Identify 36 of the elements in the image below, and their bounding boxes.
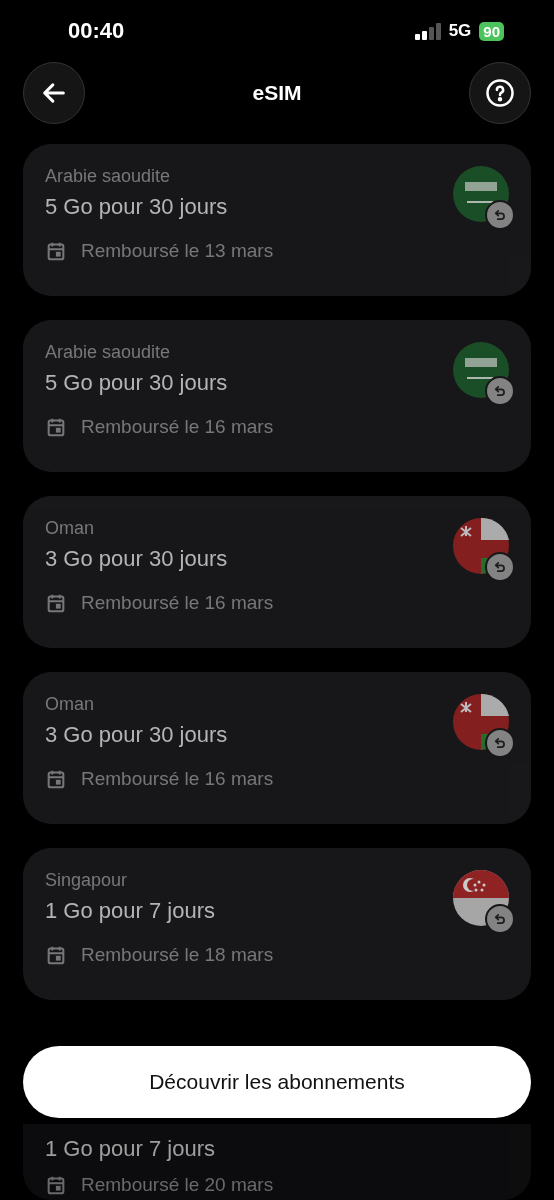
country-name: Arabie saoudite: [45, 166, 171, 188]
country-name: Oman: [45, 518, 95, 540]
plan-title: 5 Go pour 30 jours: [45, 370, 228, 396]
esim-card[interactable]: Singapour 1 Go pour 7 jours Remboursé le 18 mars: [23, 848, 531, 1000]
plan-title: 3 Go pour 30 jours: [45, 546, 228, 572]
refund-date: Remboursé le 16 mars: [81, 416, 274, 438]
plan-title: 1 Go pour 7 jours: [45, 898, 215, 924]
refund-date: Remboursé le 13 mars: [81, 240, 274, 262]
calendar-icon: [45, 1174, 67, 1196]
plan-title: 1 Go pour 7 jours: [45, 1136, 215, 1162]
refund-date: Remboursé le 16 mars: [81, 592, 274, 614]
discover-subscriptions-button[interactable]: Découvrir les abonnements: [23, 1046, 531, 1118]
esim-card[interactable]: Oman 3 Go pour 30 jours Remboursé le 16 mars: [23, 672, 531, 824]
signal-icon: [414, 22, 441, 40]
refund-date: Remboursé le 18 mars: [81, 944, 274, 966]
calendar-icon: [45, 240, 67, 262]
help-icon: [485, 78, 515, 108]
esim-card[interactable]: Arabie saoudite 5 Go pour 30 jours Remboursé le 16 mars: [23, 320, 531, 472]
status-time: 00:40: [68, 18, 125, 44]
plan-title: 5 Go pour 30 jours: [45, 194, 228, 220]
esim-card[interactable]: Oman 3 Go pour 30 jours Remboursé le 16 mars: [23, 496, 531, 648]
network-label: 5G: [448, 21, 472, 41]
refund-date: Remboursé le 16 mars: [81, 768, 274, 790]
calendar-icon: [45, 592, 67, 614]
calendar-icon: [45, 944, 67, 966]
calendar-icon: [45, 768, 67, 790]
country-name: Singapour: [45, 870, 128, 892]
page-title: eSIM: [252, 81, 302, 105]
battery-indicator: 90: [479, 21, 504, 41]
refund-date: Remboursé le 20 mars: [81, 1174, 274, 1196]
esim-card[interactable]: Arabie saoudite 5 Go pour 30 jours Remboursé le 13 mars: [23, 144, 531, 296]
country-name: Oman: [45, 694, 95, 716]
plan-title: 3 Go pour 30 jours: [45, 722, 228, 748]
esim-card[interactable]: 1 Go pour 7 jours Remboursé le 20 mars: [23, 1124, 531, 1200]
calendar-icon: [45, 416, 67, 438]
country-name: Arabie saoudite: [45, 342, 171, 364]
